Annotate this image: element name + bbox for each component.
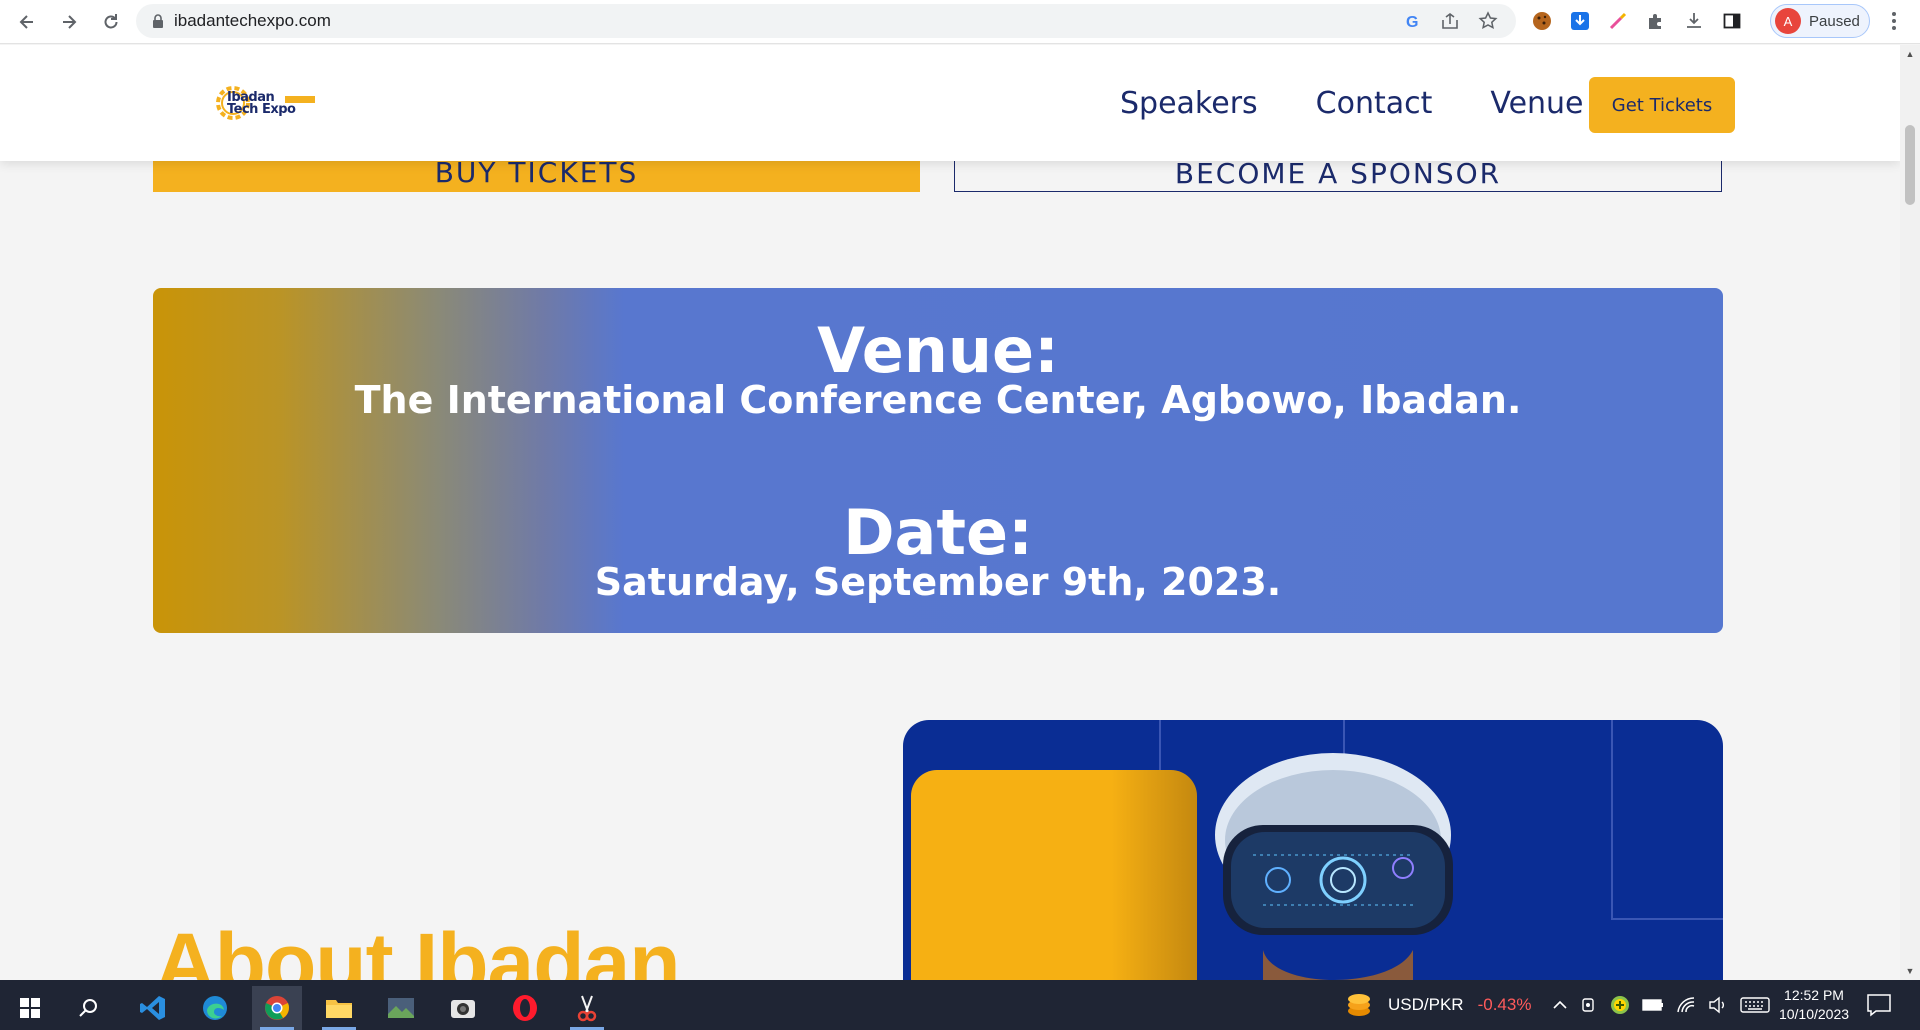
reload-icon[interactable] <box>96 7 126 37</box>
keyboard-icon[interactable] <box>1740 996 1770 1014</box>
stock-ticker-widget[interactable]: USD/PKR -0.43% <box>1344 980 1531 1030</box>
photos-icon[interactable] <box>376 986 426 1030</box>
chrome-icon[interactable] <box>252 986 302 1030</box>
battery-icon[interactable] <box>1642 998 1664 1012</box>
cookie-extension-icon[interactable] <box>1530 9 1554 33</box>
date-text: Saturday, September 9th, 2023. <box>594 560 1282 604</box>
venue-date-banner: Venue: The International Conference Cent… <box>153 288 1723 633</box>
profile-avatar: A <box>1775 8 1801 34</box>
address-bar[interactable]: ibadantechexpo.com G <box>136 4 1516 38</box>
scroll-up-arrow-icon[interactable]: ▲ <box>1905 49 1915 59</box>
vscode-icon[interactable] <box>128 986 178 1030</box>
lock-icon <box>153 14 163 28</box>
vr-headset-figure <box>1215 753 1453 980</box>
color-picker-extension-icon[interactable] <box>1606 9 1630 33</box>
ticker-label: USD/PKR <box>1388 995 1464 1014</box>
logo-accent-bar <box>285 96 315 103</box>
browser-menu-icon[interactable] <box>1882 8 1906 34</box>
about-heading: About Ibadan <box>155 916 681 980</box>
site-logo[interactable]: Ibadan Tech Expo <box>213 81 317 127</box>
url-text: ibadantechexpo.com <box>174 11 331 30</box>
clock-time: 12:52 PM <box>1784 987 1844 1003</box>
browser-toolbar: ibadantechexpo.com G A Paused <box>0 0 1920 44</box>
camera-icon[interactable] <box>438 986 488 1030</box>
venue-heading: Venue: <box>817 314 1059 387</box>
svg-text:G: G <box>1406 14 1418 30</box>
opera-icon[interactable] <box>500 986 550 1030</box>
meet-now-icon[interactable] <box>1580 996 1598 1014</box>
scrollbar-thumb[interactable] <box>1905 125 1915 205</box>
become-sponsor-label: BECOME A SPONSOR <box>1174 157 1502 190</box>
bookmark-star-icon[interactable] <box>1478 11 1498 31</box>
volume-icon[interactable] <box>1708 996 1728 1014</box>
coins-icon <box>1348 994 1370 1016</box>
hero-yellow-block <box>911 770 1197 980</box>
snipping-tool-icon[interactable] <box>562 986 612 1030</box>
nav-venue[interactable]: Venue <box>1490 86 1583 121</box>
vr-headset-hero-image <box>903 720 1723 980</box>
system-tray <box>1552 980 1770 1030</box>
venue-text: The International Conference Center, Agb… <box>354 378 1522 422</box>
download-manager-extension-icon[interactable] <box>1568 9 1592 33</box>
page-viewport: BUY TICKETS BECOME A SPONSOR Ibadan Tech… <box>0 45 1900 980</box>
nav-contact[interactable]: Contact <box>1316 86 1433 121</box>
system-clock[interactable]: 12:52 PM 10/10/2023 <box>1770 986 1858 1024</box>
chevron-up-icon[interactable] <box>1552 998 1568 1012</box>
file-explorer-icon[interactable] <box>314 986 364 1030</box>
extensions-puzzle-icon[interactable] <box>1644 9 1668 33</box>
wifi-icon[interactable] <box>1676 996 1696 1014</box>
status-plus-icon[interactable] <box>1610 995 1630 1015</box>
windows-taskbar: USD/PKR -0.43% 12:52 PM 10/10/2023 <box>0 980 1920 1030</box>
profile-button[interactable]: A Paused <box>1770 4 1870 38</box>
page-scrollbar[interactable]: ▲ ▼ <box>1900 45 1920 980</box>
edge-icon[interactable] <box>190 986 240 1030</box>
search-icon[interactable] <box>64 986 114 1030</box>
downloads-icon[interactable] <box>1682 9 1706 33</box>
site-header: Ibadan Tech Expo Speakers Contact Venue … <box>0 45 1900 161</box>
back-icon[interactable] <box>12 7 42 37</box>
start-icon[interactable] <box>5 986 55 1030</box>
ticker-change: -0.43% <box>1477 995 1532 1014</box>
scroll-down-arrow-icon[interactable]: ▼ <box>1905 966 1915 976</box>
profile-status: Paused <box>1809 12 1860 30</box>
forward-icon[interactable] <box>54 7 84 37</box>
get-tickets-button[interactable]: Get Tickets <box>1589 77 1735 133</box>
google-translate-icon[interactable]: G <box>1404 12 1422 30</box>
main-nav: Speakers Contact Venue <box>1120 45 1642 161</box>
notification-center-icon[interactable] <box>1866 993 1892 1017</box>
side-panel-icon[interactable] <box>1720 9 1744 33</box>
clock-date: 10/10/2023 <box>1778 1006 1850 1022</box>
date-heading: Date: <box>843 496 1033 569</box>
nav-speakers[interactable]: Speakers <box>1120 86 1258 121</box>
logo-text-line2: Tech Expo <box>227 102 296 117</box>
share-icon[interactable] <box>1440 12 1460 30</box>
